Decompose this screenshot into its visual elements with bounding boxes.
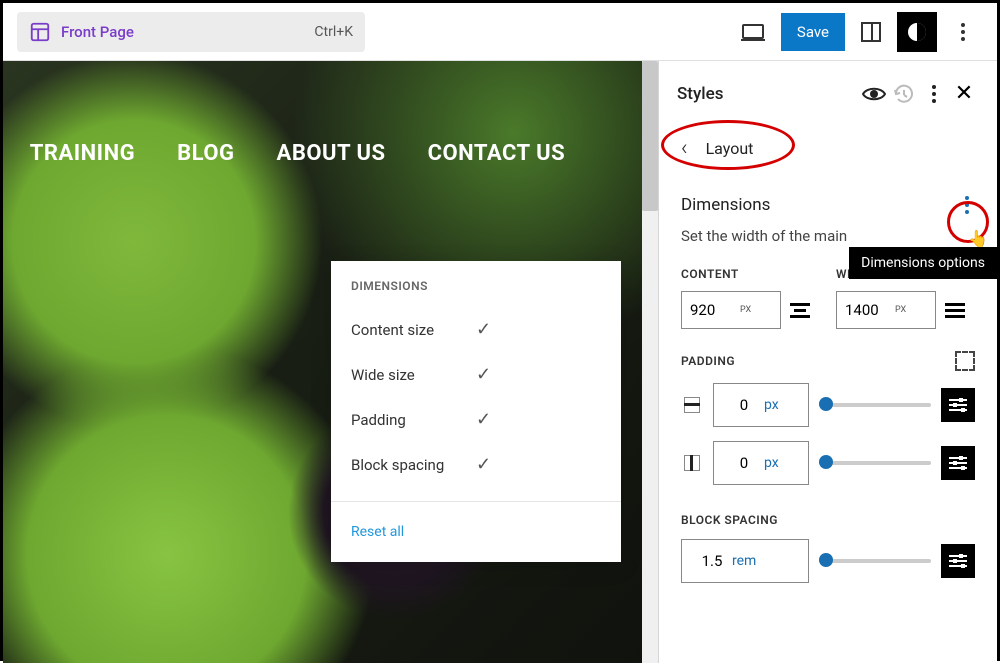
padding-h-input[interactable]: px — [713, 383, 809, 427]
popover-item-padding[interactable]: Padding✓ — [331, 397, 621, 442]
wide-width-value[interactable] — [845, 301, 895, 319]
content-align-icon[interactable] — [789, 299, 811, 321]
layout-nav-row[interactable]: ‹ Layout — [659, 126, 997, 177]
popover-title: DIMENSIONS — [331, 279, 621, 307]
check-icon: ✓ — [476, 409, 601, 430]
nav-item[interactable]: CONTACT US — [428, 141, 566, 166]
unit-selector[interactable]: px — [764, 455, 779, 471]
wide-width-input[interactable]: PX — [836, 291, 936, 329]
unit-selector[interactable]: rem — [732, 553, 756, 569]
check-icon: ✓ — [476, 319, 601, 340]
block-spacing-section: BLOCK SPACING rem — [659, 509, 997, 593]
block-spacing-label: BLOCK SPACING — [681, 513, 975, 527]
dimensions-popover: DIMENSIONS Content size✓ Wide size✓ Padd… — [331, 261, 621, 562]
template-icon — [29, 21, 51, 43]
padding-horizontal-row: px — [681, 383, 975, 427]
editor-canvas[interactable]: P TRAINING BLOG ABOUT US CONTACT US DIME… — [3, 61, 658, 663]
vertical-sides-icon — [681, 452, 703, 474]
wide-align-icon[interactable] — [944, 299, 966, 321]
unlink-sides-icon[interactable] — [955, 351, 975, 371]
padding-v-slider[interactable] — [819, 460, 931, 466]
custom-value-button[interactable] — [941, 446, 975, 480]
block-spacing-input[interactable]: rem — [681, 539, 809, 583]
sidebar-title: Styles — [677, 84, 859, 104]
sidebar-toggle-button[interactable] — [851, 12, 891, 52]
save-button[interactable]: Save — [781, 13, 845, 51]
check-icon: ✓ — [476, 364, 601, 385]
padding-label: PADDING — [681, 354, 955, 368]
styles-toggle-button[interactable] — [897, 12, 937, 52]
more-options-button[interactable] — [943, 12, 983, 52]
content-width-value[interactable] — [690, 301, 740, 319]
close-sidebar-button[interactable]: ✕ — [949, 81, 979, 106]
popover-item-content-size[interactable]: Content size✓ — [331, 307, 621, 352]
sidebar-header: Styles ✕ — [659, 61, 997, 126]
popover-item-block-spacing[interactable]: Block spacing✓ — [331, 442, 621, 487]
unit-label[interactable]: PX — [895, 305, 906, 315]
padding-h-slider[interactable] — [819, 402, 931, 408]
site-navigation: P TRAINING BLOG ABOUT US CONTACT US — [3, 141, 565, 166]
horizontal-sides-icon — [681, 394, 703, 416]
block-spacing-slider[interactable] — [819, 558, 931, 564]
layout-label: Layout — [706, 139, 754, 158]
unit-label[interactable]: PX — [740, 305, 751, 315]
style-book-button[interactable] — [859, 86, 889, 102]
canvas-scrollbar[interactable] — [642, 61, 658, 663]
padding-section: PADDING px px — [659, 347, 997, 509]
close-icon: ✕ — [955, 81, 973, 106]
unit-selector[interactable]: px — [764, 397, 779, 413]
keyboard-shortcut: Ctrl+K — [314, 24, 353, 40]
sidebar-more-button[interactable] — [919, 85, 949, 103]
top-bar: Front Page Ctrl+K Save — [3, 3, 997, 61]
dimensions-section-header: Dimensions — [659, 177, 997, 219]
nav-item[interactable]: ABOUT US — [277, 141, 386, 166]
device-preview-button[interactable] — [733, 12, 773, 52]
divider — [331, 501, 621, 502]
dimensions-options-button[interactable] — [965, 196, 969, 214]
tooltip: Dimensions options — [849, 247, 997, 279]
nav-item[interactable]: TRAINING — [30, 141, 135, 166]
content-width-input[interactable]: PX — [681, 291, 781, 329]
back-chevron-icon[interactable]: ‹ — [681, 136, 688, 161]
padding-v-input[interactable]: px — [713, 441, 809, 485]
page-title: Front Page — [61, 23, 314, 41]
page-selector[interactable]: Front Page Ctrl+K — [17, 12, 365, 52]
custom-value-button[interactable] — [941, 544, 975, 578]
padding-vertical-row: px — [681, 441, 975, 485]
dimensions-title: Dimensions — [681, 195, 965, 215]
reset-all-button[interactable]: Reset all — [331, 516, 621, 548]
popover-item-wide-size[interactable]: Wide size✓ — [331, 352, 621, 397]
revisions-button[interactable] — [889, 83, 919, 105]
custom-value-button[interactable] — [941, 388, 975, 422]
scrollbar-thumb[interactable] — [642, 61, 658, 211]
styles-sidebar: Styles ✕ ‹ Layout Dimensions 👆 Dimension… — [658, 61, 997, 663]
check-icon: ✓ — [476, 454, 601, 475]
content-label: CONTENT — [681, 267, 820, 281]
nav-item[interactable]: BLOG — [177, 141, 234, 166]
